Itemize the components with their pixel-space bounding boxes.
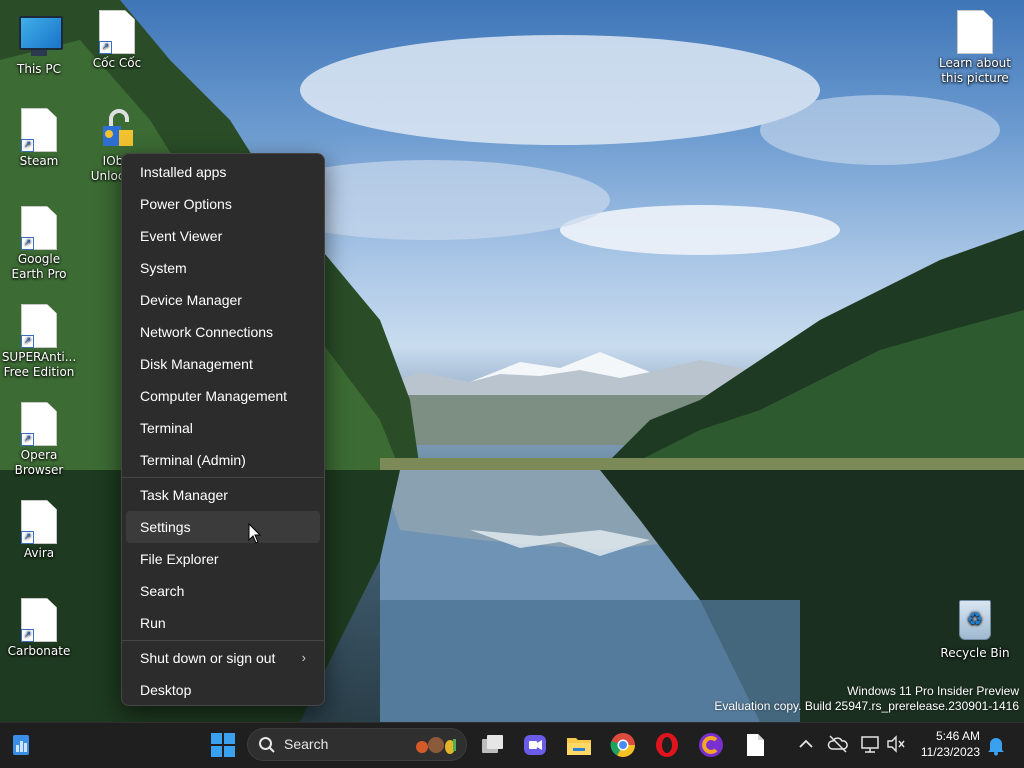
mouse-pointer-icon [248, 523, 262, 544]
watermark-line-1: Windows 11 Pro Insider Preview [847, 684, 1019, 698]
notification-bell-icon[interactable] [985, 734, 1007, 756]
shortcut-arrow-icon: ↗ [21, 629, 34, 642]
volume-muted-icon[interactable] [885, 733, 907, 755]
desktop-icon-carbonate[interactable]: ↗ Carbonate [1, 598, 77, 659]
menu-item-installed-apps[interactable]: Installed apps [126, 156, 320, 188]
desktop-icon-opera-browser[interactable]: ↗ Opera Browser [1, 402, 77, 478]
coc-coc-icon[interactable] [697, 731, 725, 759]
menu-item-device-manager[interactable]: Device Manager [126, 284, 320, 316]
file-icon [955, 10, 995, 54]
file-icon: ↗ [19, 598, 59, 642]
desktop-icon-label: Google Earth Pro [11, 252, 67, 281]
menu-item-shut-down-or-sign-out[interactable]: Shut down or sign out › [126, 642, 320, 674]
search-highlight-thanksgiving-icon [416, 737, 456, 754]
menu-item-desktop[interactable]: Desktop [126, 674, 320, 706]
desktop-icon-learn-about-picture[interactable]: Learn about this picture [937, 10, 1013, 86]
desktop-icon-label: Avira [23, 546, 55, 560]
desktop-icon-recycle-bin[interactable]: ♻ Recycle Bin [937, 598, 1013, 661]
menu-item-task-manager[interactable]: Task Manager [126, 479, 320, 511]
desktop-icon-label: Opera Browser [14, 448, 64, 477]
teams-chat-icon[interactable] [521, 731, 549, 759]
menu-item-power-options[interactable]: Power Options [126, 188, 320, 220]
desktop-icon-label: Steam [19, 154, 59, 168]
lock-icon [97, 108, 137, 152]
file-icon: ↗ [19, 304, 59, 348]
file-explorer-icon[interactable] [565, 731, 593, 759]
desktop-icon-steam[interactable]: ↗ Steam [1, 108, 77, 169]
shortcut-arrow-icon: ↗ [21, 433, 34, 446]
chevron-up-icon[interactable] [796, 734, 816, 754]
shortcut-arrow-icon: ↗ [21, 335, 34, 348]
desktop-icon-avira[interactable]: ↗ Avira [1, 500, 77, 561]
clock-time: 5:46 AM [935, 729, 980, 743]
menu-item-search[interactable]: Search [126, 575, 320, 607]
chevron-right-icon: › [301, 650, 306, 665]
desktop-icon-label: This PC [17, 62, 61, 76]
menu-item-settings[interactable]: Settings [126, 511, 320, 543]
menu-item-disk-management[interactable]: Disk Management [126, 348, 320, 380]
desktop-icon-superantispyware[interactable]: ↗ SUPERAnti... Free Edition [1, 304, 77, 380]
taskbar-clock[interactable]: 5:46 AM 11/23/2023 [921, 728, 980, 760]
start-windows-icon[interactable] [209, 731, 237, 759]
menu-item-file-explorer[interactable]: File Explorer [126, 543, 320, 575]
desktop-icon-google-earth-pro[interactable]: ↗ Google Earth Pro [1, 206, 77, 282]
watermark-line-2: Evaluation copy. Build 25947.rs_prerelea… [714, 699, 1019, 713]
desktop-icon-label: Recycle Bin [940, 646, 1010, 660]
widgets-icon[interactable] [8, 731, 36, 759]
file-icon: ↗ [19, 206, 59, 250]
recycle-bin-icon: ♻ [955, 600, 995, 644]
desktop-icon-label: Carbonate [7, 644, 71, 658]
file-icon: ↗ [19, 108, 59, 152]
shortcut-arrow-icon: ↗ [99, 41, 112, 54]
winx-context-menu: Installed apps Power Options Event Viewe… [121, 153, 325, 706]
desktop-icon-this-pc[interactable]: This PC [1, 10, 77, 77]
menu-item-network-connections[interactable]: Network Connections [126, 316, 320, 348]
clock-date: 11/23/2023 [920, 745, 980, 759]
file-icon: ↗ [97, 10, 137, 54]
menu-item-system[interactable]: System [126, 252, 320, 284]
monitor-icon [19, 16, 63, 60]
menu-item-run[interactable]: Run [126, 607, 320, 639]
menu-item-terminal[interactable]: Terminal [126, 412, 320, 444]
desktop-icon-label: SUPERAnti... Free Edition [1, 350, 77, 379]
shortcut-arrow-icon: ↗ [21, 139, 34, 152]
search-label: Search [284, 736, 329, 752]
taskbar-search-box[interactable]: Search [247, 728, 467, 761]
desktop-icon-label: Cốc Cốc [92, 56, 142, 70]
search-icon [259, 737, 275, 753]
network-ethernet-icon[interactable] [859, 733, 881, 755]
shortcut-arrow-icon: ↗ [21, 531, 34, 544]
file-icon: ↗ [19, 402, 59, 446]
shortcut-arrow-icon: ↗ [21, 237, 34, 250]
menu-item-label: Shut down or sign out [140, 650, 276, 666]
desktop-icon-coc-coc[interactable]: ↗ Cốc Cốc [79, 10, 155, 71]
evaluation-watermark: Windows 11 Pro Insider Preview Evaluatio… [714, 684, 1019, 714]
file-icon: ↗ [19, 500, 59, 544]
menu-separator [122, 477, 324, 478]
menu-item-terminal-admin[interactable]: Terminal (Admin) [126, 444, 320, 476]
cloud-offline-icon[interactable] [827, 733, 849, 755]
menu-item-computer-management[interactable]: Computer Management [126, 380, 320, 412]
chrome-icon[interactable] [609, 731, 637, 759]
menu-separator [122, 640, 324, 641]
document-file-icon[interactable] [741, 731, 769, 759]
desktop-icon-label: Learn about this picture [939, 56, 1011, 85]
opera-icon[interactable] [653, 731, 681, 759]
task-view-icon[interactable] [478, 731, 506, 759]
menu-item-event-viewer[interactable]: Event Viewer [126, 220, 320, 252]
